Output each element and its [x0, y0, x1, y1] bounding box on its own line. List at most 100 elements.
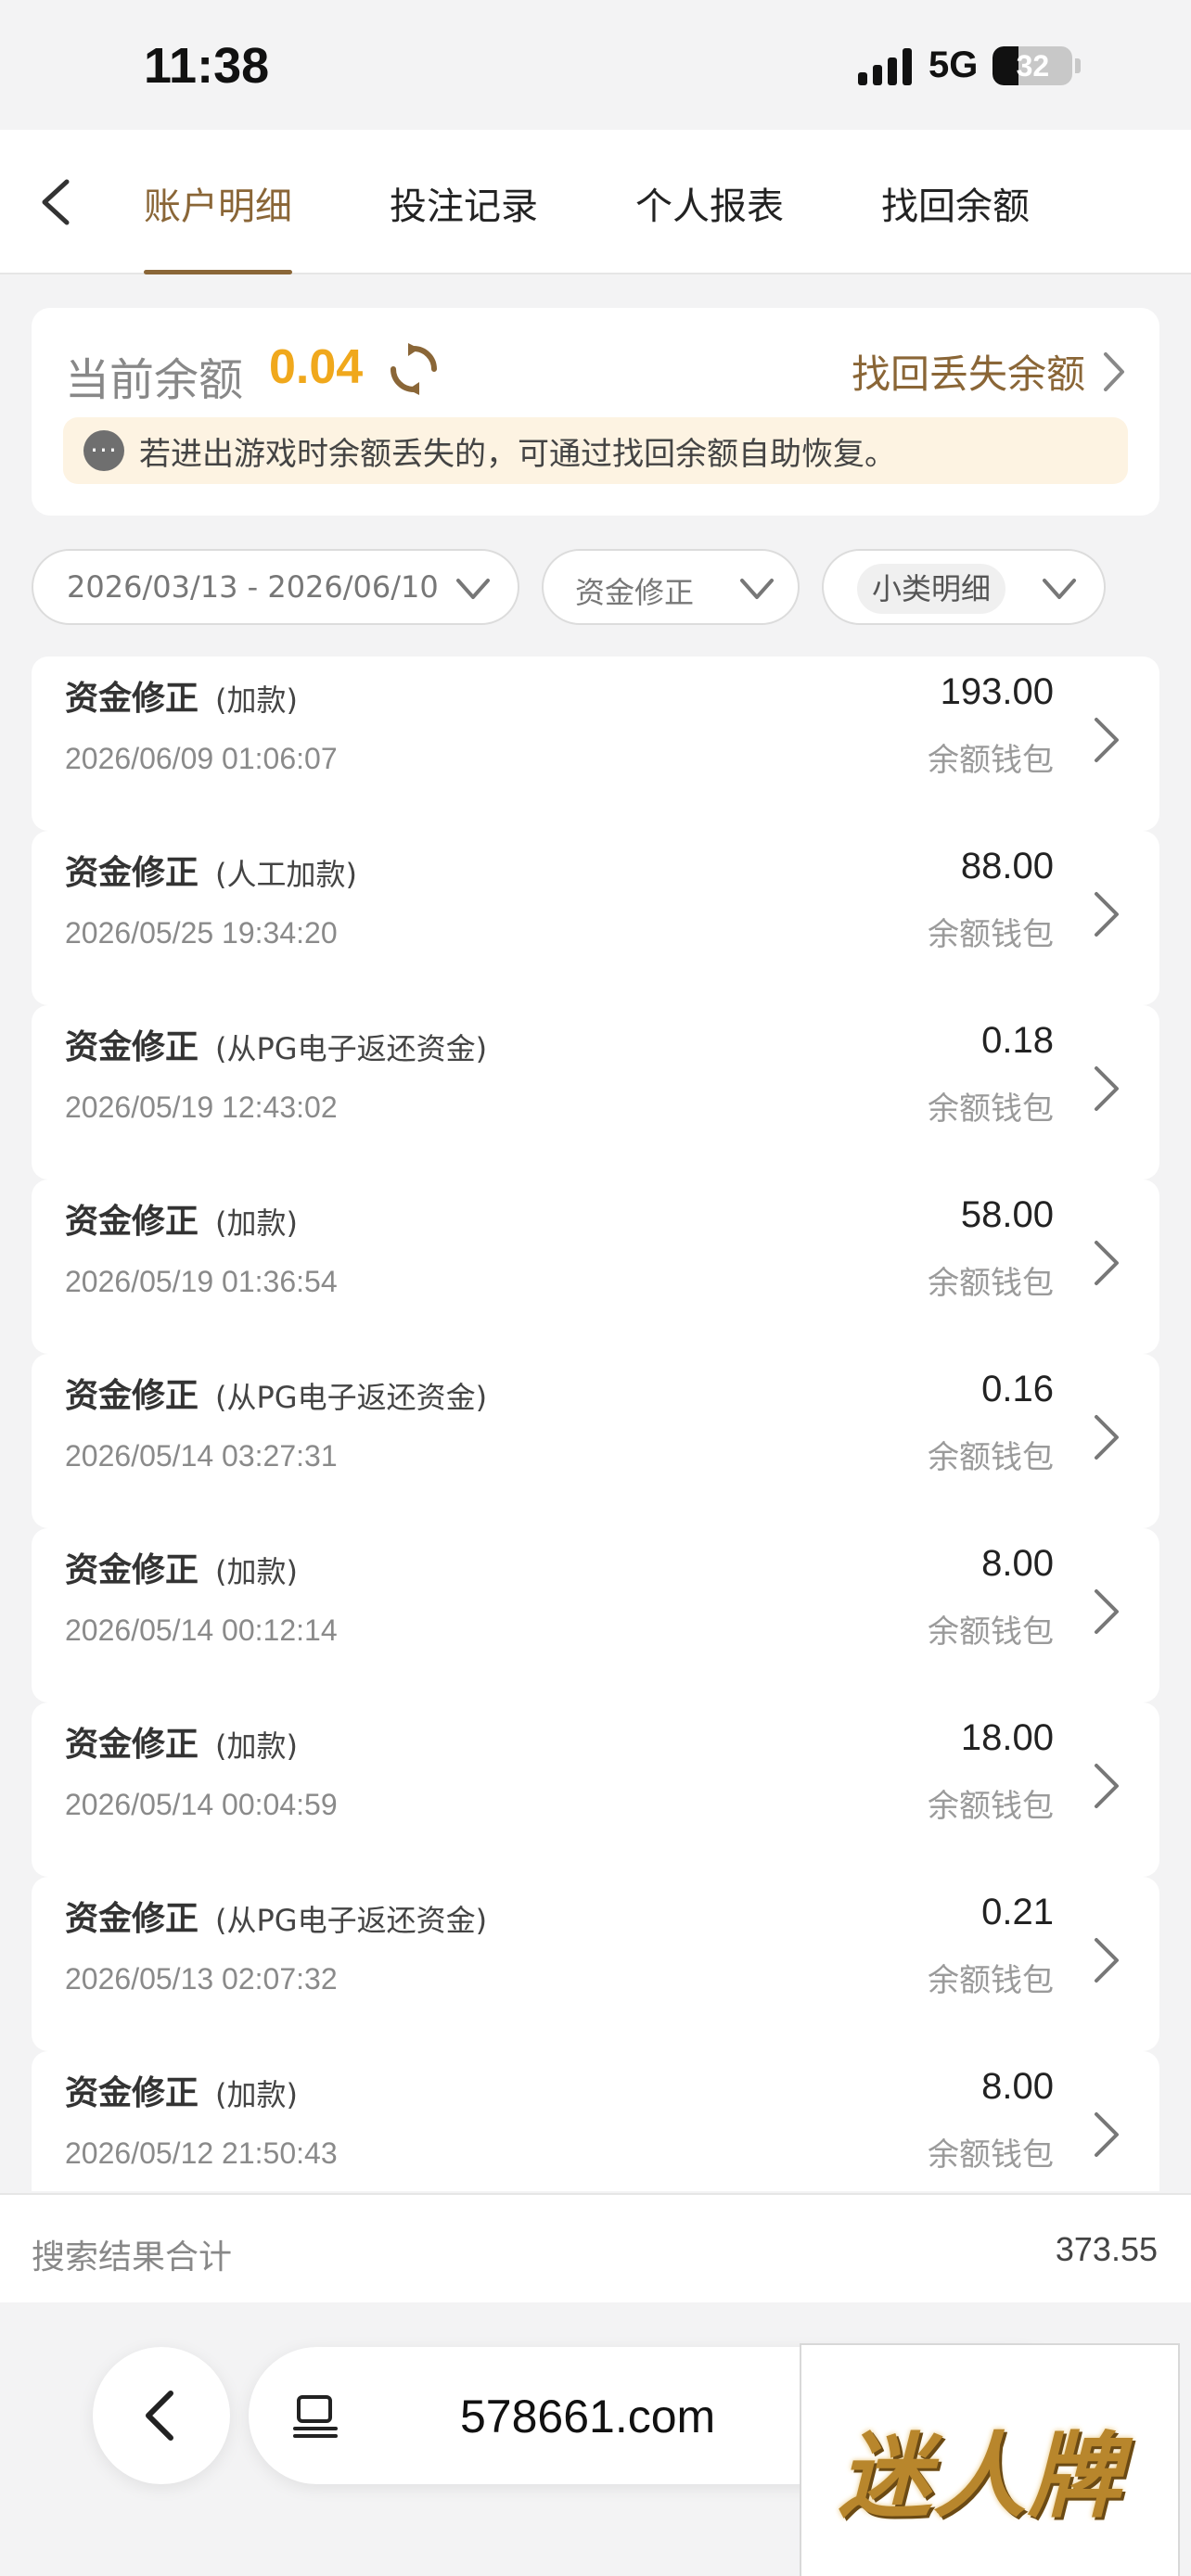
balance-label: 当前余额	[65, 354, 244, 406]
record-wallet: 余额钱包	[928, 1788, 1054, 1825]
tabs-icon[interactable]	[291, 2391, 341, 2442]
record-subtype: (从PG电子返还资金)	[215, 1903, 488, 1938]
record-wallet: 余额钱包	[928, 1439, 1054, 1476]
record-time: 2026/05/14 00:12:14	[65, 1613, 338, 1647]
url-text[interactable]: 578661.com	[460, 2390, 715, 2443]
chevron-right-icon	[1095, 1589, 1119, 1634]
notice-banner: ··· 若进出游戏时余额丢失的，可通过找回余额自助恢复。	[63, 417, 1128, 484]
record-time: 2026/05/13 02:07:32	[65, 1962, 338, 1996]
date-range-filter[interactable]: 2026/03/13 - 2026/06/10	[32, 549, 519, 625]
tab-personal-report[interactable]: 个人报表	[635, 176, 784, 274]
list-item[interactable]: 资金修正 (从PG电子返还资金) 2026/05/19 12:43:02 0.1…	[32, 1005, 1159, 1180]
chevron-right-icon	[1095, 1764, 1119, 1808]
watermark-logo: 迷人牌	[800, 2343, 1180, 2576]
status-indicators: 5G 32	[858, 45, 1082, 86]
list-item[interactable]: 资金修正 (加款) 2026/05/14 00:12:14 8.00 余额钱包	[32, 1528, 1159, 1702]
chat-bubble-icon: ···	[83, 430, 124, 471]
record-amount: 18.00	[960, 1717, 1054, 1758]
chevron-down-icon	[1043, 579, 1076, 599]
record-subtype: (加款)	[215, 682, 298, 718]
record-subtype: (从PG电子返还资金)	[215, 1031, 488, 1066]
record-title: 资金修正	[65, 1028, 199, 1066]
record-time: 2026/05/12 21:50:43	[65, 2136, 338, 2170]
battery-icon: 32	[992, 45, 1073, 85]
record-subtype: (加款)	[215, 1554, 298, 1589]
status-bar: 11:38 5G 32	[0, 0, 1191, 130]
browser-back-button[interactable]	[93, 2347, 230, 2484]
record-title: 资金修正	[65, 1203, 199, 1241]
record-time: 2026/05/14 00:04:59	[65, 1788, 338, 1821]
record-title: 资金修正	[65, 1726, 199, 1764]
summary-total: 373.55	[1055, 2230, 1158, 2268]
refresh-icon[interactable]	[386, 341, 442, 397]
record-wallet: 余额钱包	[928, 2136, 1054, 2174]
balance-card: 当前余额 0.04 找回丢失余额 ··· 若进出游戏时余额丢失的，可通过找回余额…	[32, 308, 1159, 516]
balance-value: 0.04	[269, 340, 364, 394]
tab-account-detail[interactable]: 账户明细	[144, 176, 292, 274]
chevron-right-icon	[1095, 892, 1119, 937]
record-amount: 8.00	[981, 2066, 1054, 2107]
record-amount: 8.00	[981, 1543, 1054, 1584]
nav-header: 账户明细 投注记录 个人报表 找回余额	[0, 130, 1191, 274]
search-summary: 搜索结果合计 373.55	[0, 2193, 1191, 2302]
record-wallet: 余额钱包	[928, 1090, 1054, 1128]
recover-lost-balance-link[interactable]: 找回丢失余额	[852, 343, 1126, 400]
watermark-text: 迷人牌	[839, 2422, 1122, 2531]
type-filter[interactable]: 资金修正	[542, 549, 800, 625]
notice-text: 若进出游戏时余额丢失的，可通过找回余额自助恢复。	[139, 435, 896, 473]
back-arrow-icon[interactable]	[33, 174, 80, 230]
status-time: 11:38	[144, 38, 270, 94]
record-amount: 88.00	[960, 846, 1054, 886]
record-subtype: (加款)	[215, 1728, 298, 1764]
record-title: 资金修正	[65, 680, 199, 718]
record-time: 2026/05/19 12:43:02	[65, 1090, 338, 1124]
type-filter-value: 资金修正	[575, 575, 695, 610]
list-item[interactable]: 资金修正 (加款) 2026/05/12 21:50:43 8.00 余额钱包	[32, 2051, 1159, 2191]
record-subtype: (加款)	[215, 1205, 298, 1241]
tab-recover-balance[interactable]: 找回余额	[881, 176, 1030, 274]
record-time: 2026/05/14 03:27:31	[65, 1439, 338, 1473]
detail-filter[interactable]: 小类明细	[822, 549, 1106, 625]
chevron-right-icon	[1104, 351, 1124, 391]
record-subtype: (从PG电子返还资金)	[215, 1380, 488, 1415]
record-amount: 58.00	[960, 1194, 1054, 1235]
chevron-down-icon	[456, 579, 490, 599]
date-range-value: 2026/03/13 - 2026/06/10	[67, 569, 439, 605]
record-title: 资金修正	[65, 1900, 199, 1938]
battery-level: 32	[1016, 48, 1050, 83]
chevron-right-icon	[1095, 1241, 1119, 1285]
record-title: 资金修正	[65, 1551, 199, 1589]
chevron-right-icon	[1095, 718, 1119, 762]
list-item[interactable]: 资金修正 (加款) 2026/05/19 01:36:54 58.00 余额钱包	[32, 1180, 1159, 1354]
record-time: 2026/05/25 19:34:20	[65, 916, 338, 950]
record-wallet: 余额钱包	[928, 1613, 1054, 1651]
record-wallet: 余额钱包	[928, 1962, 1054, 1999]
list-item[interactable]: 资金修正 (从PG电子返还资金) 2026/05/13 02:07:32 0.2…	[32, 1877, 1159, 2051]
record-wallet: 余额钱包	[928, 742, 1054, 779]
battery-cap	[1075, 57, 1082, 73]
chevron-right-icon	[1095, 1938, 1119, 1983]
network-type: 5G	[928, 45, 979, 85]
record-amount: 193.00	[940, 671, 1054, 712]
record-amount: 0.16	[981, 1369, 1054, 1409]
record-subtype: (加款)	[215, 2077, 298, 2112]
record-time: 2026/05/19 01:36:54	[65, 1265, 338, 1298]
signal-icon	[858, 46, 912, 85]
tab-bet-records[interactable]: 投注记录	[390, 176, 538, 274]
detail-filter-value: 小类明细	[872, 571, 992, 606]
summary-label: 搜索结果合计	[32, 2238, 233, 2276]
chevron-right-icon	[1095, 2112, 1119, 2157]
record-amount: 0.18	[981, 1020, 1054, 1061]
record-title: 资金修正	[65, 1377, 199, 1415]
record-subtype: (人工加款)	[215, 857, 357, 892]
detail-filter-chip: 小类明细	[857, 564, 1006, 614]
chevron-down-icon	[740, 579, 774, 599]
chevron-right-icon	[1095, 1066, 1119, 1111]
list-item[interactable]: 资金修正 (加款) 2026/06/09 01:06:07 193.00 余额钱…	[32, 657, 1159, 831]
record-amount: 0.21	[981, 1892, 1054, 1932]
list-item[interactable]: 资金修正 (人工加款) 2026/05/25 19:34:20 88.00 余额…	[32, 831, 1159, 1005]
chevron-left-icon	[146, 2391, 173, 2441]
record-list[interactable]: 资金修正 (加款) 2026/06/09 01:06:07 193.00 余额钱…	[0, 657, 1191, 2191]
list-item[interactable]: 资金修正 (从PG电子返还资金) 2026/05/14 03:27:31 0.1…	[32, 1354, 1159, 1528]
list-item[interactable]: 资金修正 (加款) 2026/05/14 00:04:59 18.00 余额钱包	[32, 1702, 1159, 1877]
